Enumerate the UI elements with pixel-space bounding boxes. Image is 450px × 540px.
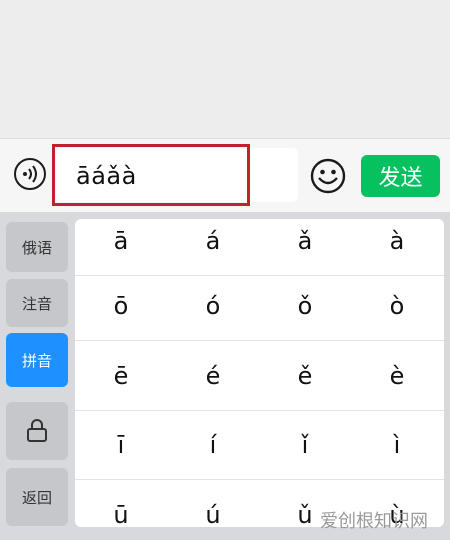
char-row-o: ō ó ǒ ò xyxy=(75,272,444,341)
char-key[interactable]: ū xyxy=(75,481,167,527)
char-key[interactable]: ì xyxy=(351,411,443,479)
char-row-i: ī í ǐ ì xyxy=(75,411,444,480)
char-row-e: ē é ě è xyxy=(75,342,444,411)
char-key[interactable]: ú xyxy=(167,481,259,527)
side-key-pinyin[interactable]: 拼音 xyxy=(6,333,68,387)
char-key[interactable]: ǒ xyxy=(259,272,351,340)
char-row-a: ā á ǎ à xyxy=(75,219,444,276)
message-input-value: āáǎà xyxy=(76,162,137,190)
watermark-text: 爱创根知识网 xyxy=(320,511,428,532)
char-key[interactable]: ǐ xyxy=(259,411,351,479)
char-key[interactable]: ò xyxy=(351,272,443,340)
char-key[interactable]: è xyxy=(351,342,443,410)
voice-input-button[interactable] xyxy=(14,158,46,190)
side-key-zhuyin[interactable]: 注音 xyxy=(6,279,68,327)
char-key[interactable]: ā xyxy=(75,219,167,275)
char-key[interactable]: ó xyxy=(167,272,259,340)
side-key-lock[interactable] xyxy=(6,402,68,460)
char-key[interactable]: á xyxy=(167,219,259,275)
char-key[interactable]: ī xyxy=(75,411,167,479)
side-key-russian[interactable]: 俄语 xyxy=(6,222,68,272)
char-key[interactable]: à xyxy=(351,219,443,275)
emoji-icon[interactable] xyxy=(310,158,346,194)
char-grid: ā á ǎ à ō ó ǒ ò ē é ě è ī í ǐ ì ū ú ǔ ù xyxy=(75,219,444,527)
voice-icon xyxy=(23,165,37,183)
chat-area xyxy=(0,0,450,138)
send-button[interactable]: 发送 xyxy=(361,155,440,197)
char-key[interactable]: ǎ xyxy=(259,219,351,275)
side-key-back[interactable]: 返回 xyxy=(6,468,68,526)
char-key[interactable]: ě xyxy=(259,342,351,410)
char-key[interactable]: ō xyxy=(75,272,167,340)
char-key[interactable]: ē xyxy=(75,342,167,410)
lock-icon xyxy=(27,419,47,442)
char-key[interactable]: í xyxy=(167,411,259,479)
char-key[interactable]: é xyxy=(167,342,259,410)
